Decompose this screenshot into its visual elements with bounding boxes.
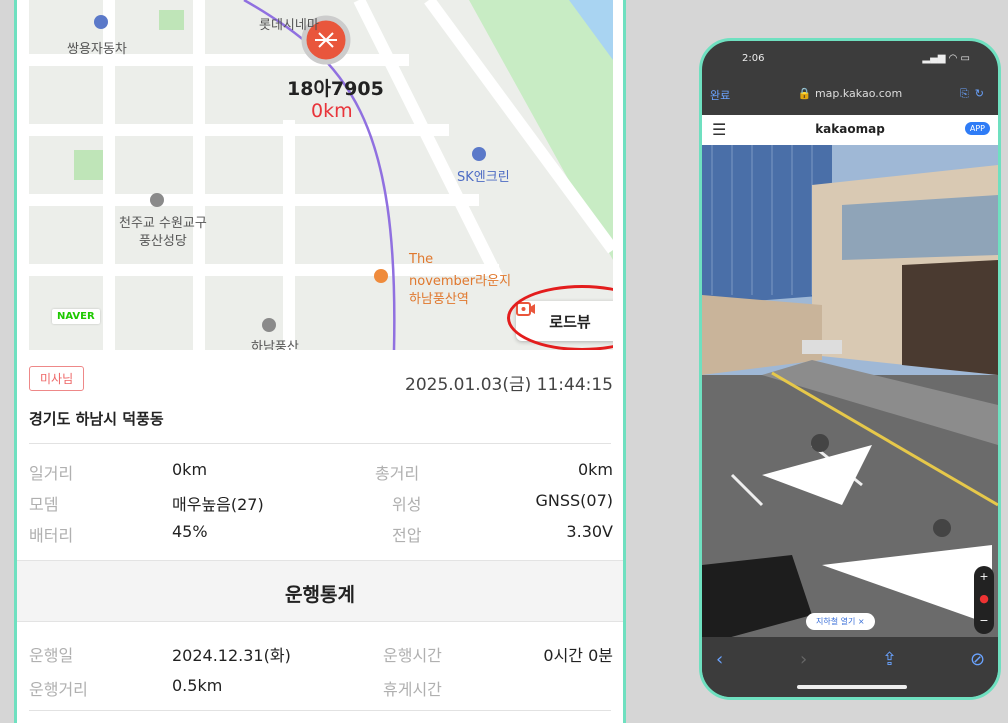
poi-label: 하남풍산역 <box>409 292 469 307</box>
poi-label: SK엔크린 <box>457 170 510 185</box>
zoom-control[interactable]: + ● − <box>974 566 994 634</box>
row-value: 0.5km <box>172 676 223 695</box>
browser-actions-icon[interactable]: ⎘↻ <box>960 87 990 101</box>
row-label: 전압 <box>392 526 422 545</box>
url-bar[interactable]: 완료 🔒 map.kakao.com ⎘↻ <box>702 87 998 109</box>
poi-label: The <box>409 252 434 267</box>
address: 경기도 하남시 덕풍동 <box>29 410 164 428</box>
row-value: 0시간 0분 <box>543 646 613 665</box>
poi-label: 하남풍산 <box>251 340 299 350</box>
row-label: 일거리 <box>29 464 74 483</box>
status-time: 2:06 <box>742 53 765 64</box>
row-value: 3.30V <box>566 522 613 541</box>
roadview-label: 로드뷰 <box>549 312 591 331</box>
row-value: 45% <box>172 522 208 541</box>
app-button[interactable]: APP <box>964 122 990 135</box>
browser-toolbar: ‹ › ⇪ ⊘ <box>702 637 998 697</box>
phone-screenshot: 2:06 ▂▄▆ ◠ ▭ 완료 🔒 map.kakao.com ⎘↻ ☰ kak… <box>699 38 1001 700</box>
zoom-in-button[interactable]: + <box>974 566 994 588</box>
timestamp: 2025.01.03(금) 11:44:15 <box>405 375 613 395</box>
vehicle-panel: 쌍용자동차 롯데시네마 SK엔크린 천주교 수원교구 풍산성당 The nove… <box>14 0 626 723</box>
row-label: 총거리 <box>375 464 420 483</box>
row-label: 모뎀 <box>29 495 59 514</box>
poi-label: 풍산성당 <box>139 234 187 249</box>
zoom-out-button[interactable]: − <box>974 610 994 632</box>
street-view[interactable] <box>702 145 998 645</box>
row-label: 휴게시간 <box>383 680 442 699</box>
compass-browser-icon[interactable]: ⊘ <box>970 649 985 670</box>
stats-title: 운행통계 <box>285 584 355 606</box>
naver-logo: NAVER <box>52 309 100 324</box>
share-icon[interactable]: ⇪ <box>882 649 897 670</box>
back-icon[interactable]: ‹ <box>716 649 723 670</box>
row-value: GNSS(07) <box>535 491 613 510</box>
poi-label: 쌍용자동차 <box>67 42 127 57</box>
url-text: 🔒 map.kakao.com <box>797 87 903 100</box>
row-label: 위성 <box>392 495 422 514</box>
divider <box>29 443 611 444</box>
row-value: 2024.12.31(화) <box>172 646 291 665</box>
poi-label: 롯데시네마 <box>259 18 319 33</box>
row-value: 0km <box>577 460 613 479</box>
vehicle-plate: 18아7905 <box>287 78 384 100</box>
row-label: 배터리 <box>29 526 74 545</box>
poi-label: november라운지 <box>409 274 512 289</box>
home-indicator <box>797 685 907 689</box>
subway-toggle[interactable]: 지하철 열기 × <box>806 613 875 630</box>
kakaomap-logo: kakaomap <box>815 122 885 136</box>
map-view[interactable]: 쌍용자동차 롯데시네마 SK엔크린 천주교 수원교구 풍산성당 The nove… <box>29 0 613 350</box>
row-value: 매우높음(27) <box>172 495 264 514</box>
forward-icon[interactable]: › <box>800 649 807 670</box>
status-icons: ▂▄▆ ◠ ▭ <box>922 53 970 64</box>
vehicle-distance: 0km <box>311 100 353 122</box>
roadview-camera-icon <box>516 302 535 316</box>
divider <box>29 710 611 711</box>
row-label: 운행거리 <box>29 680 88 699</box>
roadview-button[interactable]: 로드뷰 <box>516 301 613 341</box>
street-view-image <box>702 145 998 645</box>
row-label: 운행일 <box>29 646 74 665</box>
compass-icon: ● <box>979 592 989 605</box>
row-label: 운행시간 <box>383 646 442 665</box>
row-value: 0km <box>172 460 208 479</box>
status-bar: 2:06 ▂▄▆ ◠ ▭ <box>742 53 970 64</box>
driver-badge: 미사님 <box>29 366 85 391</box>
kakaomap-header: ☰ kakaomap APP <box>702 115 998 145</box>
poi-label: 천주교 수원교구 <box>119 216 207 231</box>
